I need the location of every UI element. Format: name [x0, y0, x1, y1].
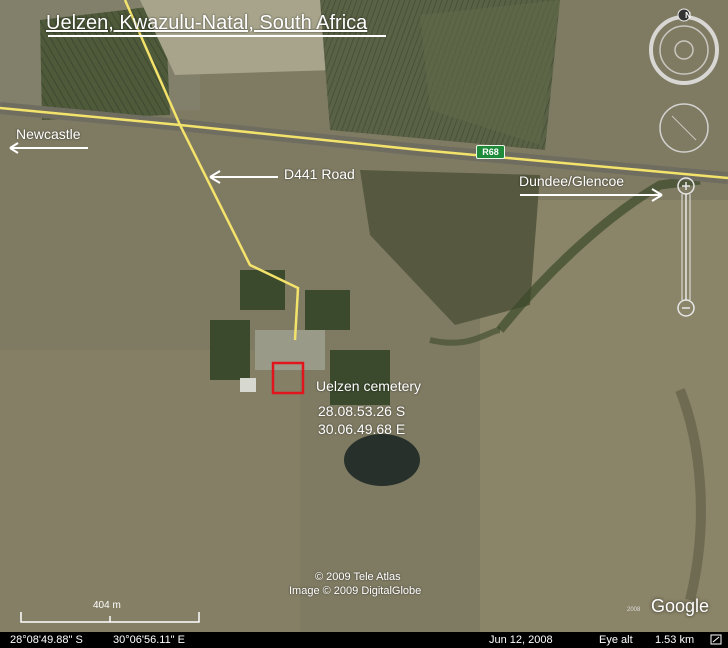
eye-altitude-value: 1.53 km — [655, 634, 695, 646]
satellite-map[interactable]: Uelzen, Kwazulu-Natal, South Africa Newc… — [0, 0, 728, 648]
r68-route-shield: R68 — [476, 145, 505, 159]
cemetery-longitude: 30.06.49.68 E — [318, 421, 406, 437]
scale-bar — [20, 612, 200, 623]
eye-altitude-label: Eye alt — [599, 634, 633, 646]
data-year: 2008 — [627, 607, 641, 613]
streaming-indicator-icon — [710, 634, 722, 645]
status-bar: 28°08'49.88" S 30°06'56.11" E Jun 12, 20… — [0, 632, 728, 648]
copyright-digitalglobe: Image © 2009 DigitalGlobe — [289, 585, 422, 597]
cemetery-name: Uelzen cemetery — [316, 378, 422, 394]
copyright-tele-atlas: © 2009 Tele Atlas — [315, 571, 401, 583]
north-label: N — [685, 11, 691, 20]
status-latitude: 28°08'49.88" S — [10, 634, 83, 646]
nav-graphics — [649, 8, 719, 317]
d441-road-label: D441 Road — [284, 166, 355, 182]
newcastle-label: Newcastle — [16, 126, 81, 142]
cemetery-latitude: 28.08.53.26 S — [318, 403, 406, 419]
satellite-imagery — [0, 0, 728, 648]
dundee-glencoe-label: Dundee/Glencoe — [519, 173, 625, 189]
map-title: Uelzen, Kwazulu-Natal, South Africa — [46, 12, 368, 34]
compass-ring[interactable] — [649, 8, 719, 85]
google-logo: Google — [651, 596, 710, 616]
look-joystick[interactable] — [659, 103, 709, 153]
status-longitude: 30°06'56.11" E — [113, 634, 185, 646]
imagery-date: Jun 12, 2008 — [489, 634, 553, 646]
navigation-controls[interactable]: N — [646, 4, 728, 334]
zoom-slider[interactable] — [677, 177, 695, 317]
